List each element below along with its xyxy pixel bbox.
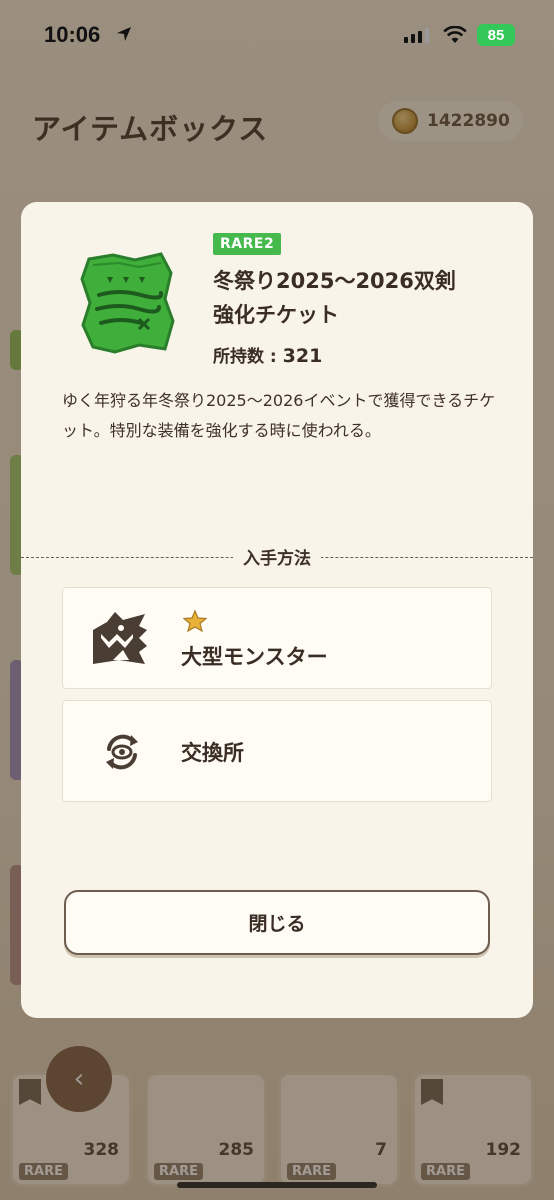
star-rating-icon — [183, 610, 207, 632]
location-arrow-icon — [117, 27, 131, 41]
cellular-signal-icon — [404, 28, 429, 43]
status-time: 10:06 — [44, 22, 101, 47]
battery-level: 85 — [487, 26, 505, 44]
item-name-line1: 冬祭り2025〜2026双剣 — [213, 269, 456, 293]
ticket-item-icon — [80, 252, 175, 354]
item-name: 冬祭り2025〜2026双剣 強化チケット — [213, 264, 513, 332]
home-indicator — [177, 1182, 377, 1188]
holding-count: 所持数 : 321 — [213, 342, 322, 367]
acquisition-heading: 入手方法 — [21, 544, 533, 569]
battery-indicator: 85 — [477, 24, 515, 46]
item-detail-modal: RARE2 冬祭り2025〜2026双剣 強化チケット 所持数 : 321 ゆく… — [21, 202, 533, 1018]
monster-icon — [93, 612, 147, 664]
exchange-icon — [106, 734, 138, 770]
source-label: 大型モンスター — [181, 645, 328, 669]
holding-value: 321 — [282, 345, 323, 367]
source-label: 交換所 — [181, 741, 244, 765]
close-button[interactable]: 閉じる — [64, 890, 490, 955]
source-large-monster[interactable]: 大型モンスター — [62, 587, 492, 689]
source-exchange[interactable]: 交換所 — [62, 700, 492, 802]
rarity-badge: RARE2 — [213, 233, 282, 255]
item-description: ゆく年狩る年冬祭り2025〜2026イベントで獲得できるチケット。特別な装備を強… — [62, 391, 496, 440]
holding-label: 所持数 : — [213, 347, 283, 367]
item-name-line2: 強化チケット — [213, 303, 339, 327]
status-bar: 10:06 85 — [0, 0, 554, 70]
wifi-icon — [443, 26, 467, 43]
acquisition-heading-text: 入手方法 — [233, 549, 321, 569]
